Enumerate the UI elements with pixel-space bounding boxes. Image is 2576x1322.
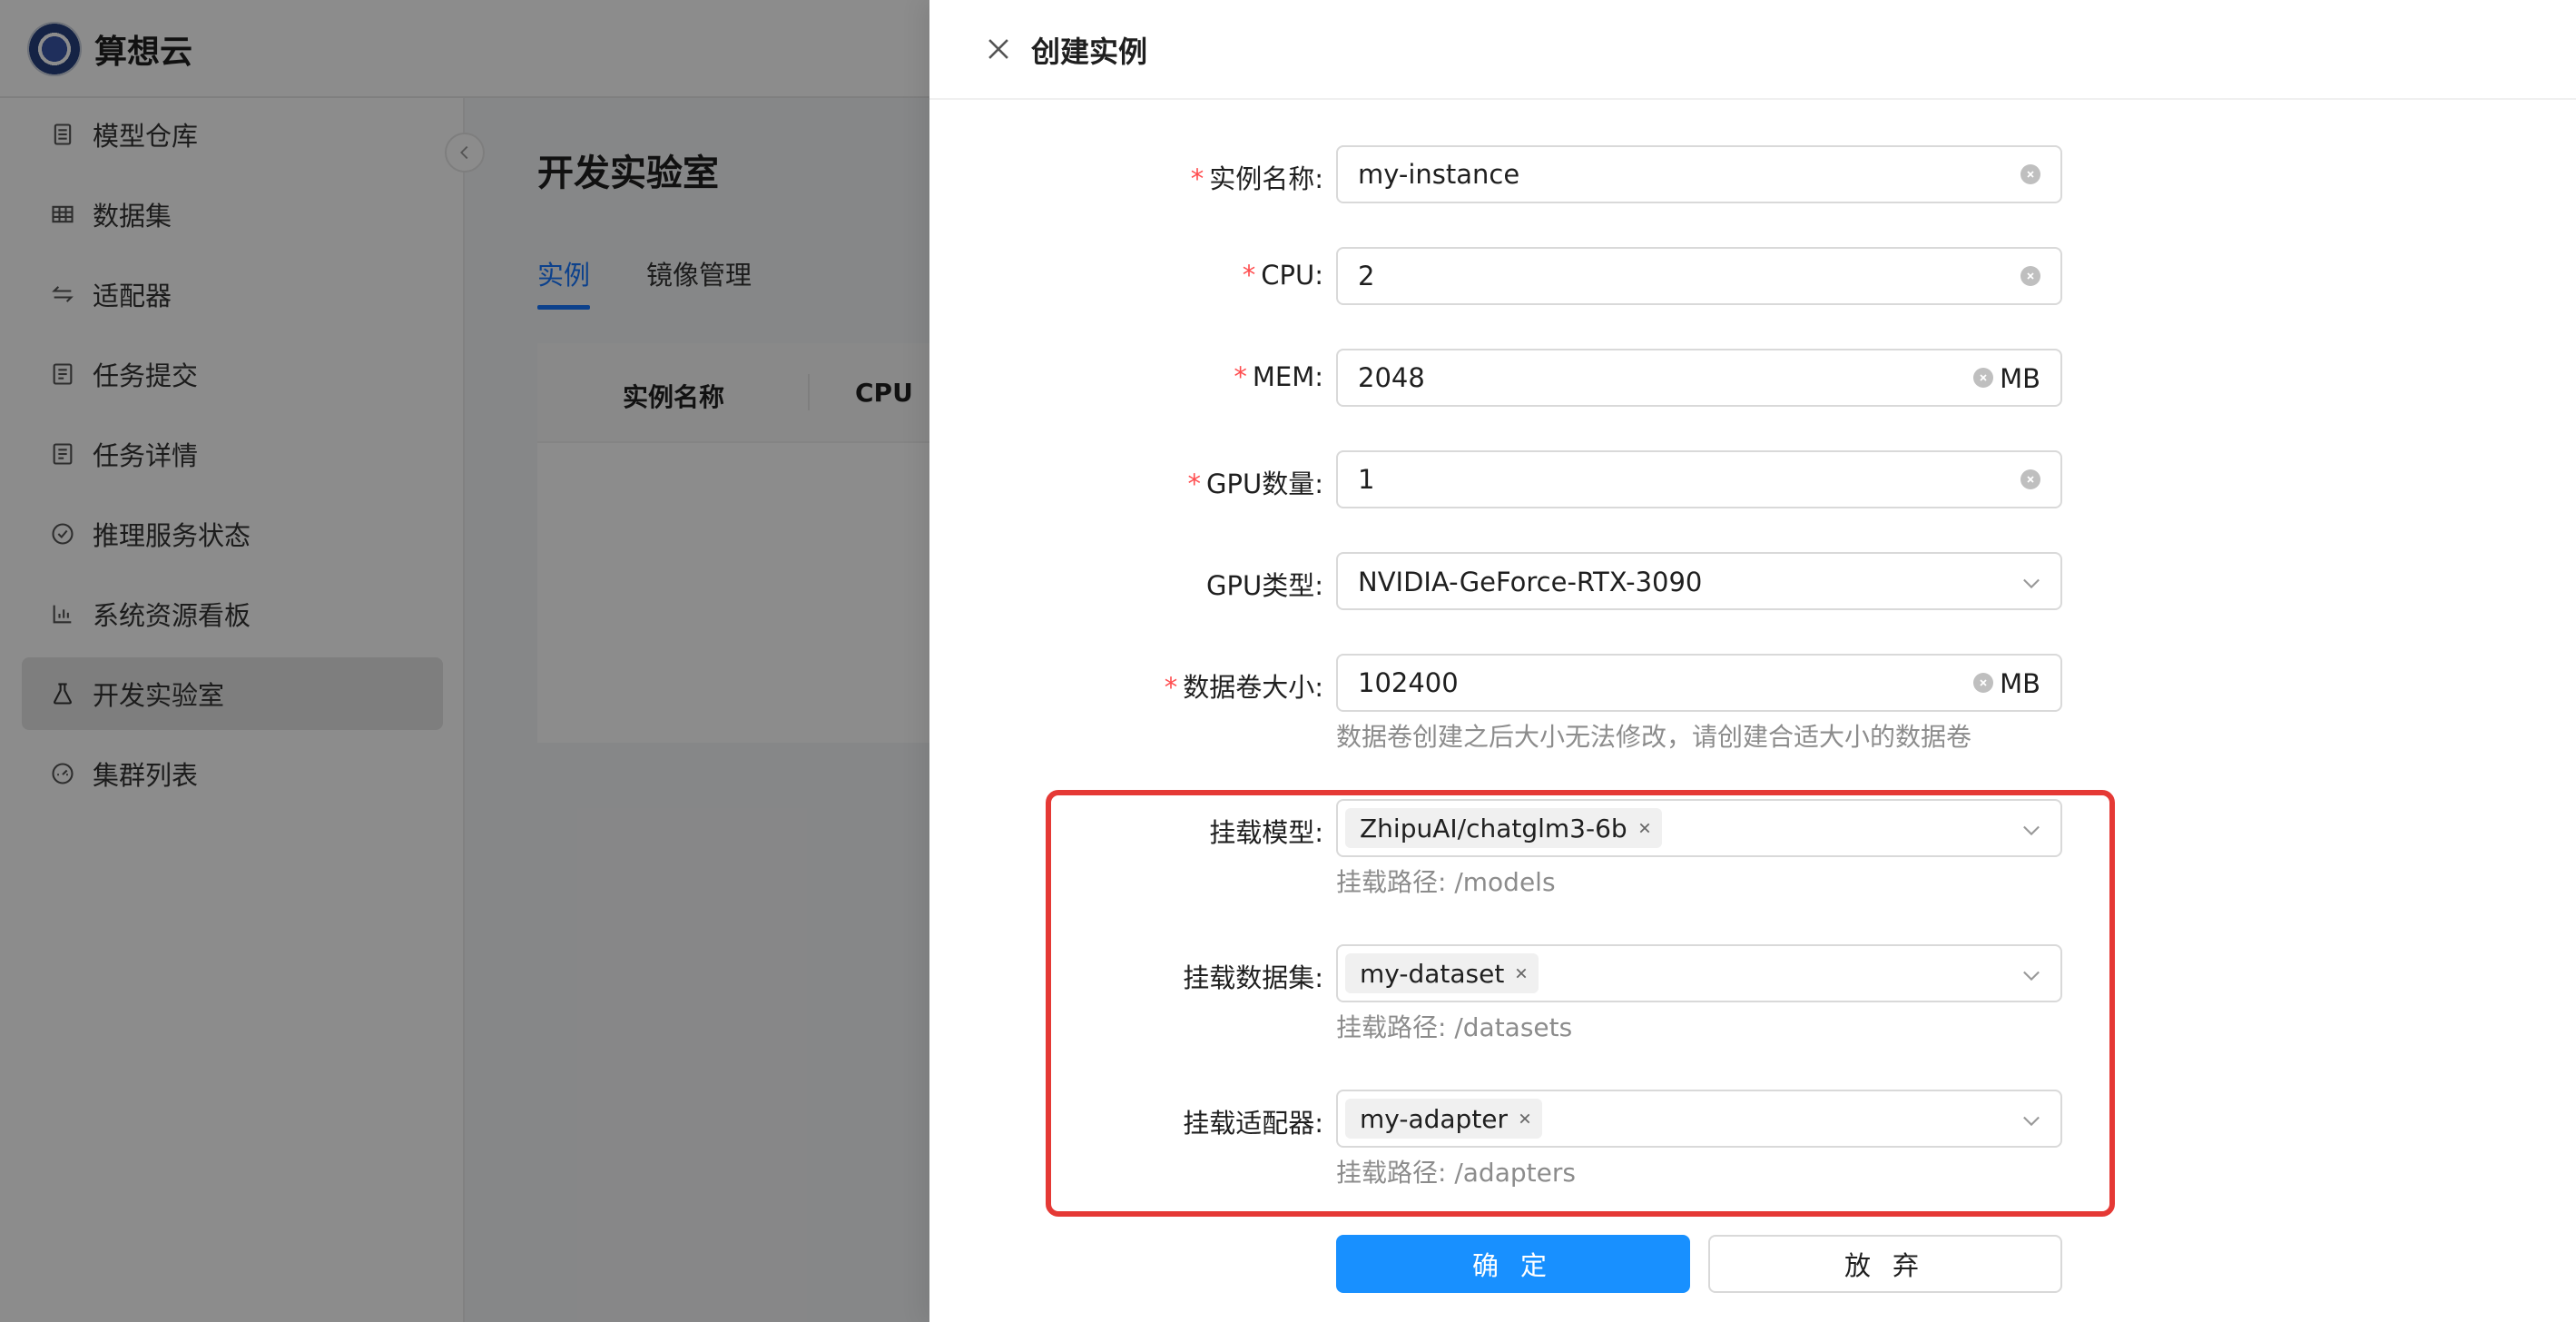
mount-dataset-select[interactable]: my-dataset xyxy=(1336,944,2062,1002)
close-icon xyxy=(988,39,1008,59)
clear-icon[interactable] xyxy=(2020,266,2040,286)
instance-name-input[interactable] xyxy=(1358,147,1993,202)
mem-label: * MEM: xyxy=(1234,361,1323,392)
cpu-label: * CPU: xyxy=(1242,260,1323,291)
chevron-down-icon xyxy=(2023,578,2040,589)
volume-size-label: * 数据卷大小: xyxy=(1164,672,1323,703)
confirm-button[interactable]: 确 定 xyxy=(1336,1235,1690,1293)
mount-adapter-label: 挂载适配器: xyxy=(1183,1108,1323,1139)
mount-model-select[interactable]: ZhipuAI/chatglm3-6b xyxy=(1336,799,2062,857)
required-mark: * xyxy=(1234,361,1247,392)
clear-icon[interactable] xyxy=(1973,673,1993,693)
mount-adapter-hint: 挂载路径: /adapters xyxy=(1336,1158,1576,1188)
gpu-type-value: NVIDIA-GeForce-RTX-3090 xyxy=(1358,567,1703,597)
tag-label: ZhipuAI/chatglm3-6b xyxy=(1360,813,1627,844)
clear-icon[interactable] xyxy=(2020,164,2040,184)
tag-remove-icon[interactable] xyxy=(1513,965,1529,982)
selected-adapter-tag: my-adapter xyxy=(1345,1099,1543,1139)
gpu-count-label: * GPU数量: xyxy=(1187,469,1323,499)
gpu-count-field[interactable] xyxy=(1336,450,2062,508)
chevron-down-icon xyxy=(2023,971,2040,982)
drawer-header: 创建实例 xyxy=(929,0,2576,100)
chevron-down-icon xyxy=(2023,825,2040,836)
mount-dataset-label: 挂载数据集: xyxy=(1183,962,1323,993)
mem-input[interactable] xyxy=(1358,350,1939,405)
mount-adapter-select[interactable]: my-adapter xyxy=(1336,1090,2062,1148)
selected-dataset-tag: my-dataset xyxy=(1345,953,1539,993)
tag-label: my-dataset xyxy=(1360,958,1505,989)
gpu-type-select[interactable]: NVIDIA-GeForce-RTX-3090 xyxy=(1336,552,2062,610)
gpu-count-input[interactable] xyxy=(1358,452,1993,507)
mem-unit-suffix: MB xyxy=(2000,363,2040,394)
chevron-down-icon xyxy=(2023,1116,2040,1127)
volume-size-hint: 数据卷创建之后大小无法修改，请创建合适大小的数据卷 xyxy=(1336,722,1972,752)
drawer-mask[interactable] xyxy=(0,0,929,1322)
cpu-input[interactable] xyxy=(1358,249,1993,303)
tag-remove-icon[interactable] xyxy=(1637,820,1653,836)
volume-size-input[interactable] xyxy=(1358,656,1939,710)
instance-name-label: * 实例名称: xyxy=(1190,163,1323,194)
cancel-button[interactable]: 放 弃 xyxy=(1708,1235,2062,1293)
required-mark: * xyxy=(1242,260,1256,291)
tag-label: my-adapter xyxy=(1360,1103,1509,1134)
mount-model-label: 挂载模型: xyxy=(1209,817,1323,848)
clear-icon[interactable] xyxy=(1973,368,1993,388)
gpu-type-label: GPU类型: xyxy=(1206,570,1323,601)
mount-dataset-hint: 挂载路径: /datasets xyxy=(1336,1012,1573,1042)
tag-remove-icon[interactable] xyxy=(1517,1110,1533,1127)
mem-field[interactable]: MB xyxy=(1336,349,2062,407)
required-mark: * xyxy=(1190,163,1204,194)
create-instance-drawer: 创建实例 *实例名称: *CPU: *MEM: MB *GPU数量: GPU类型… xyxy=(929,0,2576,1322)
instance-name-field[interactable] xyxy=(1336,145,2062,203)
drawer-title: 创建实例 xyxy=(1031,35,1148,69)
volume-size-field[interactable]: MB xyxy=(1336,654,2062,712)
volume-unit-suffix: MB xyxy=(2000,668,2040,699)
close-button[interactable] xyxy=(980,31,1017,67)
clear-icon[interactable] xyxy=(2020,469,2040,489)
selected-model-tag: ZhipuAI/chatglm3-6b xyxy=(1345,808,1662,848)
required-mark: * xyxy=(1187,469,1202,499)
required-mark: * xyxy=(1164,672,1178,703)
mount-model-hint: 挂载路径: /models xyxy=(1336,867,1556,897)
cpu-field[interactable] xyxy=(1336,247,2062,305)
